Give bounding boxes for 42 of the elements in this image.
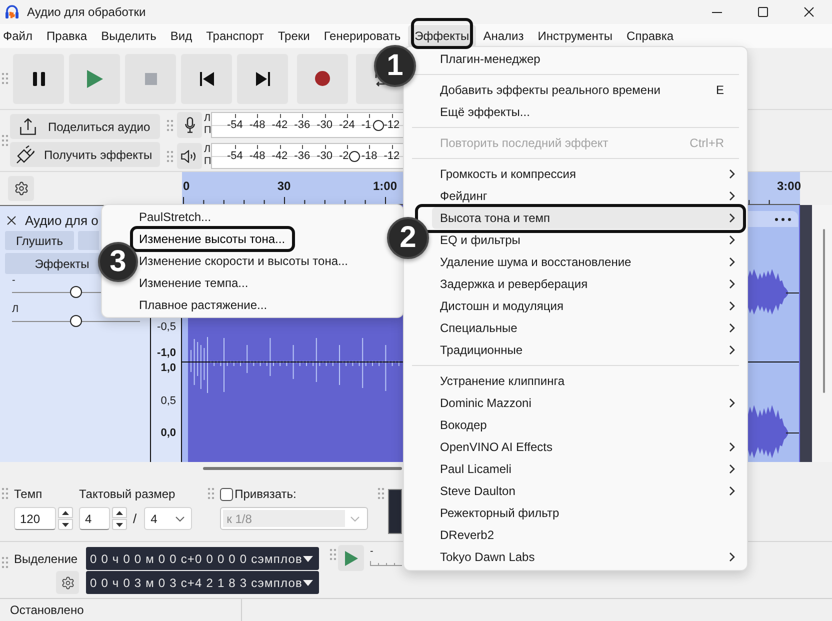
meter-tick-label: -42 (270, 119, 288, 131)
scale-label: -0,5 (157, 321, 176, 333)
meter-tick-label: -54 (226, 119, 243, 131)
scale-label: 0,0 (160, 427, 176, 439)
ruler-label: 3:00 (776, 179, 802, 193)
meter-tick-label: -18 (360, 150, 378, 162)
meter-tick-label: -36 (293, 150, 310, 162)
channel-label: П (204, 125, 211, 137)
scale-label: -1,0 (157, 347, 176, 359)
channel-label: Л (204, 113, 211, 125)
meter-tick-label: -12 (382, 150, 400, 162)
ruler-label: 0 (183, 179, 190, 193)
meter-tick-label: -54 (226, 150, 243, 162)
time-signature-label: Тактовый размер (79, 486, 176, 502)
meter-tick-label: -24 (338, 119, 355, 131)
shortcut-label: Ctrl+R (690, 135, 724, 152)
shortcut-label: E (716, 82, 724, 99)
channel-label: Л (204, 144, 211, 156)
ruler-label: 30 (277, 179, 291, 193)
ruler-label: 1:00 (372, 179, 398, 193)
meter-tick-label: -30 (316, 119, 332, 131)
meter-tick-label: -36 (293, 119, 310, 131)
snap-dropdown: к 1/8 (220, 507, 368, 530)
status-text: Остановлено (0, 599, 242, 621)
tempo-label: Темп (14, 486, 44, 502)
speed-label: - (370, 547, 374, 557)
selection-label: Выделение (14, 551, 79, 568)
scale-label: 1,0 (160, 362, 176, 374)
track-name: Аудио для о (25, 212, 98, 228)
meter-tick-label: -2 (338, 150, 349, 162)
meter-tick-label: -48 (248, 119, 266, 131)
meter-tick-label: -30 (316, 150, 332, 162)
meter-tick-label: -1 (360, 119, 372, 131)
scale-label: 0,5 (160, 395, 176, 407)
snap-label: Привязать: (234, 486, 296, 502)
menu-item: Повторить последний эффект Ctrl+R (439, 133, 725, 154)
separator-label: / (133, 510, 137, 528)
channel-label: П (204, 156, 211, 168)
meter-tick-label: -48 (248, 150, 266, 162)
meter-tick-label: -42 (270, 150, 288, 162)
window-title: Аудио для обработки (27, 5, 146, 19)
meter-tick-label: -12 (382, 119, 400, 131)
